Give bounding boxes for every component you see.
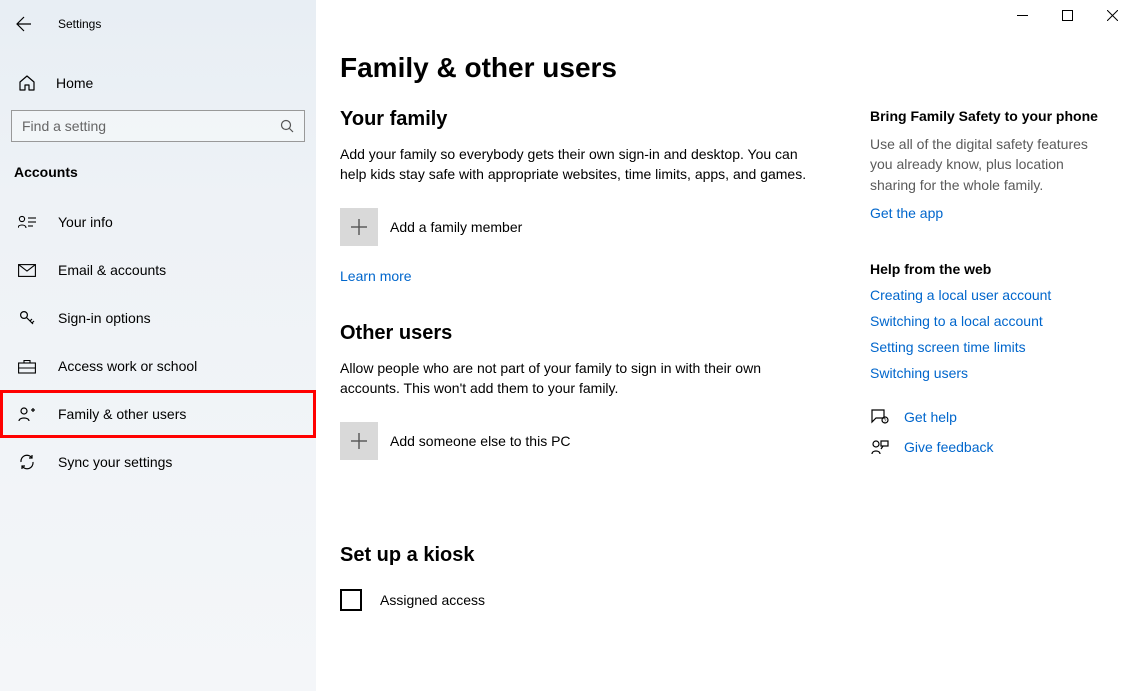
family-heading: Your family (340, 108, 810, 131)
sidebar-nav: Your info Email & accounts Sign-in optio… (0, 198, 316, 486)
minimize-button[interactable] (1000, 0, 1045, 30)
mail-icon (18, 264, 36, 277)
search-box[interactable] (11, 110, 305, 142)
key-icon (18, 309, 36, 327)
page-title: Family & other users (340, 52, 1103, 84)
back-button[interactable] (8, 8, 40, 40)
safety-desc: Use all of the digital safety features y… (870, 134, 1100, 195)
person-plus-icon (18, 406, 36, 422)
chat-help-icon: ? (870, 409, 890, 425)
assigned-access-label: Assigned access (380, 592, 485, 608)
sidebar-item-label: Sign-in options (58, 310, 151, 326)
briefcase-icon (18, 359, 36, 374)
search-input[interactable] (22, 118, 280, 134)
help-heading: Help from the web (870, 261, 1100, 277)
get-app-link[interactable]: Get the app (870, 205, 943, 221)
sidebar-item-your-info[interactable]: Your info (0, 198, 316, 246)
others-desc: Allow people who are not part of your fa… (340, 359, 810, 398)
person-card-icon (18, 215, 36, 229)
window-controls (1000, 0, 1135, 30)
content-right: Bring Family Safety to your phone Use al… (870, 108, 1100, 611)
minimize-icon (1017, 10, 1028, 21)
plus-icon (340, 422, 378, 460)
help-link-create-local[interactable]: Creating a local user account (870, 287, 1100, 303)
sidebar-home-label: Home (56, 75, 93, 91)
sidebar-item-label: Your info (58, 214, 113, 230)
help-link-screen-time[interactable]: Setting screen time limits (870, 339, 1100, 355)
help-link-switch-local[interactable]: Switching to a local account (870, 313, 1100, 329)
safety-heading: Bring Family Safety to your phone (870, 108, 1100, 124)
give-feedback-link[interactable]: Give feedback (870, 439, 1100, 455)
sidebar-item-label: Access work or school (58, 358, 197, 374)
search-icon (280, 119, 294, 133)
add-other-user-button[interactable]: Add someone else to this PC (340, 422, 810, 460)
plus-icon (340, 208, 378, 246)
svg-text:?: ? (884, 418, 887, 424)
sidebar-item-signin-options[interactable]: Sign-in options (0, 294, 316, 342)
home-icon (18, 74, 36, 92)
sidebar-section-label: Accounts (0, 158, 316, 198)
sidebar-home[interactable]: Home (0, 62, 316, 102)
give-feedback-label: Give feedback (904, 439, 994, 455)
add-family-label: Add a family member (390, 219, 522, 235)
maximize-button[interactable] (1045, 0, 1090, 30)
titlebar-left: Settings (0, 4, 316, 44)
kiosk-icon (340, 589, 362, 611)
others-heading: Other users (340, 322, 810, 345)
assigned-access-button[interactable]: Assigned access (340, 589, 810, 611)
sidebar-item-sync-settings[interactable]: Sync your settings (0, 438, 316, 486)
family-desc: Add your family so everybody gets their … (340, 145, 810, 184)
sidebar: Settings Home Accounts Your info (0, 0, 316, 691)
help-link-switch-users[interactable]: Switching users (870, 365, 1100, 381)
feedback-icon (870, 439, 890, 455)
add-family-member-button[interactable]: Add a family member (340, 208, 810, 246)
close-button[interactable] (1090, 0, 1135, 30)
sidebar-item-access-work-school[interactable]: Access work or school (0, 342, 316, 390)
learn-more-link[interactable]: Learn more (340, 268, 412, 284)
get-help-link[interactable]: ? Get help (870, 409, 1100, 425)
content-left: Your family Add your family so everybody… (340, 108, 810, 611)
app-title: Settings (58, 17, 101, 31)
maximize-icon (1062, 10, 1073, 21)
sidebar-item-family-other-users[interactable]: Family & other users (0, 390, 316, 438)
sidebar-item-label: Sync your settings (58, 454, 172, 470)
get-help-label: Get help (904, 409, 957, 425)
close-icon (1107, 10, 1118, 21)
kiosk-heading: Set up a kiosk (340, 544, 810, 567)
arrow-left-icon (16, 16, 32, 32)
sync-icon (18, 453, 36, 471)
sidebar-item-email-accounts[interactable]: Email & accounts (0, 246, 316, 294)
main-content: Family & other users Your family Add you… (316, 0, 1135, 691)
add-other-label: Add someone else to this PC (390, 433, 571, 449)
sidebar-item-label: Family & other users (58, 406, 186, 422)
sidebar-item-label: Email & accounts (58, 262, 166, 278)
